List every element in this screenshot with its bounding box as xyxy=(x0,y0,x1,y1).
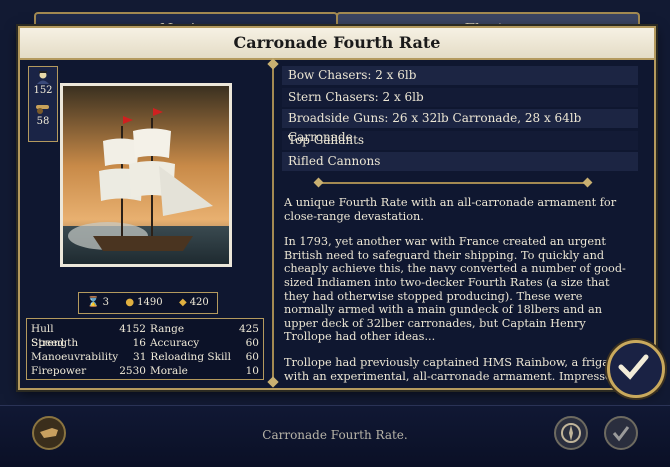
gold-icon: ● xyxy=(125,297,135,308)
stat-value: 60 xyxy=(245,337,259,349)
back-button[interactable] xyxy=(32,416,66,450)
stat-label: Range xyxy=(149,323,185,335)
description-paragraph: A unique Fourth Rate with an all-carrona… xyxy=(284,196,617,223)
checkmark-icon xyxy=(612,426,630,442)
stats-row: Firepower 2530 Morale 10 xyxy=(31,364,259,378)
confirm-button[interactable] xyxy=(607,340,665,398)
pointing-hand-icon xyxy=(40,428,58,438)
build-turns: 3 xyxy=(102,297,110,308)
stats-row: Manoeuvrability 31 Reloading Skill 60 xyxy=(31,350,259,364)
vertical-divider xyxy=(272,64,274,382)
gun-count: 58 xyxy=(36,116,50,127)
resource-bar: ⌛ 3 ● 1490 ◆ 420 xyxy=(78,292,218,314)
ship-stats-table: Hull Strength 4152 Range 425 Speed 16 Ac… xyxy=(26,318,264,380)
stat-label: Firepower xyxy=(31,365,87,377)
crew-icon xyxy=(35,70,51,84)
equipment-list: Bow Chasers: 2 x 6lb Stern Chasers: 2 x … xyxy=(282,66,638,174)
ship-description[interactable]: A unique Fourth Rate with an all-carrona… xyxy=(284,196,636,384)
list-item: Bow Chasers: 2 x 6lb xyxy=(282,66,638,85)
accept-button[interactable] xyxy=(604,416,638,450)
stat-label: Manoeuvrability xyxy=(31,351,119,363)
stat-label: Reloading Skill xyxy=(150,351,232,363)
hourglass-icon: ⌛ xyxy=(87,297,100,308)
ship-title: Carronade Fourth Rate xyxy=(20,28,654,60)
stat-value: 10 xyxy=(245,365,259,377)
upkeep-icon: ◆ xyxy=(178,297,187,308)
upkeep-value: 420 xyxy=(189,297,209,308)
stat-value: 2530 xyxy=(119,365,146,377)
crew-count: 152 xyxy=(33,85,53,96)
list-item: Broadside Guns: 26 x 32lb Carronade, 28 … xyxy=(282,109,638,144)
stats-row: Speed 16 Accuracy 60 xyxy=(31,336,259,350)
list-item: Rifled Cannons xyxy=(282,152,638,171)
stat-value: 31 xyxy=(133,351,147,363)
stat-value: 16 xyxy=(132,337,146,349)
compass-icon xyxy=(561,423,581,443)
description-paragraph: In 1793, yet another war with France cre… xyxy=(284,235,626,344)
cannon-icon xyxy=(35,101,51,115)
horizontal-divider xyxy=(318,182,588,184)
stat-value: 4152 xyxy=(119,323,146,335)
stat-label: Hull Strength xyxy=(31,323,79,349)
crew-guns-panel: 152 58 xyxy=(28,66,58,142)
cost-value: 1490 xyxy=(137,297,163,308)
stat-label: Speed xyxy=(31,337,65,349)
description-paragraph: Trollope had previously captained HMS Ra… xyxy=(284,355,621,384)
stat-label: Accuracy xyxy=(149,337,200,349)
list-item: Top Gallants xyxy=(282,130,638,150)
stat-label: Morale xyxy=(149,365,188,377)
ship-portrait xyxy=(60,83,232,267)
list-item: Stern Chasers: 2 x 6lb xyxy=(282,87,638,107)
checkmark-icon xyxy=(618,354,649,380)
ship-details-panel: Carronade Fourth Rate 152 58 ⌛ 3 ● 1490 … xyxy=(18,26,656,390)
stat-value: 60 xyxy=(245,351,259,363)
compass-button[interactable] xyxy=(554,416,588,450)
stats-row: Hull Strength 4152 Range 425 xyxy=(31,322,259,349)
stat-value: 425 xyxy=(238,323,259,335)
